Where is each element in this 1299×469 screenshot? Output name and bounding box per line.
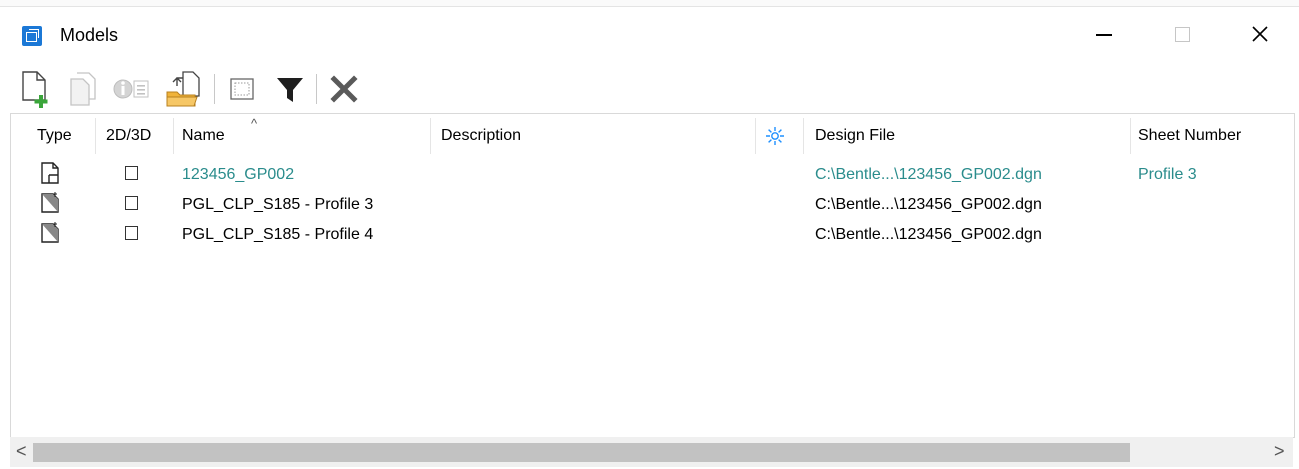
toolbar-separator [214, 74, 215, 104]
delete-model-button[interactable] [324, 66, 364, 112]
model-name: PGL_CLP_S185 - Profile 3 [182, 196, 374, 213]
column-divider[interactable] [755, 118, 756, 154]
toolbar [12, 66, 1292, 112]
column-header-design-file[interactable]: Design File [815, 124, 895, 148]
drawing-model-icon [41, 192, 59, 213]
filter-button[interactable] [270, 66, 310, 112]
column-divider[interactable] [1130, 118, 1131, 154]
column-header-name[interactable]: Name [182, 124, 225, 148]
models-app-icon [22, 26, 42, 46]
sort-ascending-icon: ^ [251, 116, 258, 131]
model-name: PGL_CLP_S185 - Profile 4 [182, 226, 374, 243]
table-row[interactable]: 123456_GP002 C:\Bentle...\123456_GP002.d… [11, 161, 1294, 189]
new-model-icon [22, 71, 48, 108]
close-icon [1252, 26, 1268, 42]
model-sheet-number: Profile 3 [1138, 166, 1197, 183]
model-design-file: C:\Bentle...\123456_GP002.dgn [815, 196, 1042, 213]
sheet-model-icon [41, 162, 59, 184]
import-folder-icon [166, 71, 200, 107]
column-divider[interactable] [430, 118, 431, 154]
2d3d-checkbox[interactable] [125, 196, 138, 210]
table-row[interactable]: PGL_CLP_S185 - Profile 3 C:\Bentle...\12… [11, 191, 1294, 219]
model-name: 123456_GP002 [182, 166, 295, 183]
2d3d-checkbox[interactable] [125, 226, 138, 240]
column-divider[interactable] [95, 118, 96, 154]
model-properties-button[interactable] [108, 66, 154, 112]
select-box-icon [230, 78, 254, 100]
column-header-2d3d[interactable]: 2D/3D [106, 124, 151, 148]
select-view-button[interactable] [222, 66, 262, 112]
toolbar-separator [316, 74, 317, 104]
horizontal-scrollbar[interactable]: < > [10, 437, 1293, 467]
scrollbar-thumb[interactable] [33, 443, 1130, 462]
close-button[interactable] [1230, 14, 1290, 54]
column-divider[interactable] [803, 118, 804, 154]
create-model-button[interactable] [12, 66, 58, 112]
model-design-file: C:\Bentle...\123456_GP002.dgn [815, 166, 1042, 183]
background-strip [0, 0, 1299, 7]
models-dialog: Models Type 2D/3D Name ^ Description Des… [0, 0, 1299, 469]
column-header-description[interactable]: Description [441, 124, 521, 148]
filter-icon [277, 78, 303, 102]
import-model-button[interactable] [160, 66, 206, 112]
title-bar[interactable]: Models [0, 7, 1299, 61]
column-header-active[interactable] [765, 124, 795, 148]
minimize-button[interactable] [1074, 14, 1134, 54]
minimize-icon [1096, 34, 1112, 36]
model-design-file: C:\Bentle...\123456_GP002.dgn [815, 226, 1042, 243]
column-divider[interactable] [173, 118, 174, 154]
column-header-type[interactable]: Type [37, 124, 72, 148]
maximize-button[interactable] [1152, 14, 1212, 54]
active-model-icon [766, 127, 784, 145]
maximize-icon [1174, 26, 1190, 42]
2d3d-checkbox[interactable] [125, 166, 138, 180]
copy-model-icon [70, 72, 96, 106]
drawing-model-icon [41, 222, 59, 243]
copy-model-button[interactable] [62, 66, 102, 112]
scroll-right-button[interactable]: > [1274, 441, 1285, 462]
delete-x-icon [330, 75, 358, 103]
window-title: Models [60, 25, 119, 45]
table-row[interactable]: PGL_CLP_S185 - Profile 4 C:\Bentle...\12… [11, 221, 1294, 249]
column-header-sheet-number[interactable]: Sheet Number [1138, 124, 1241, 148]
scroll-left-button[interactable]: < [16, 441, 27, 462]
properties-icon [113, 79, 149, 99]
models-table: Type 2D/3D Name ^ Description Design Fil… [10, 113, 1295, 438]
